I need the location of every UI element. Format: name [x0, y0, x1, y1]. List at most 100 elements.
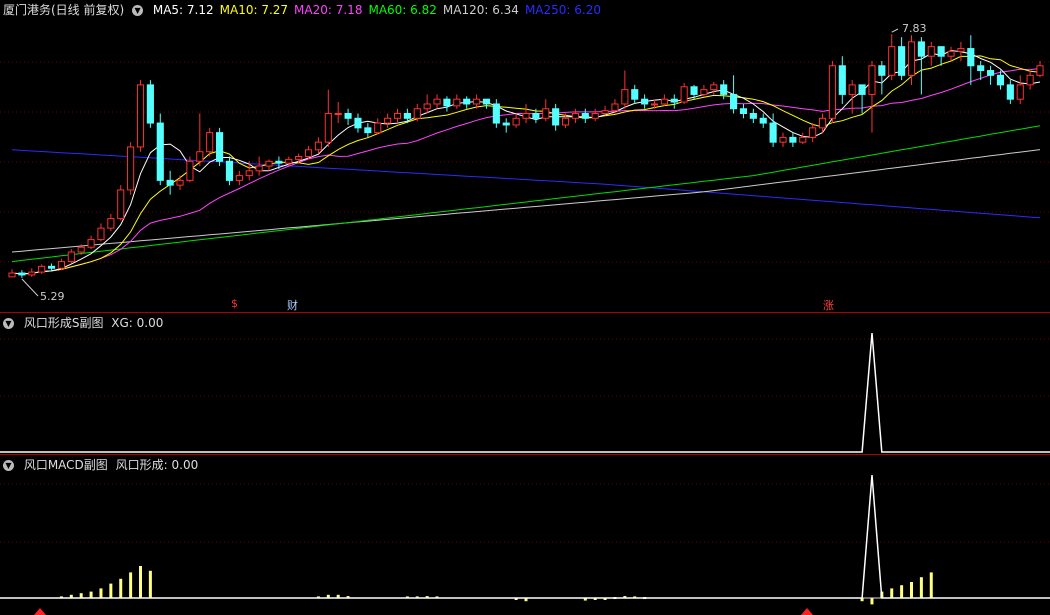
candle-up: [314, 141, 322, 151]
legend-ma10: MA10: 7.27: [219, 3, 289, 17]
candlestick-chart[interactable]: [0, 0, 1050, 312]
candle-down: [759, 117, 767, 124]
candle-down: [146, 84, 154, 124]
candle-up: [117, 189, 125, 220]
candle-down: [502, 122, 510, 126]
candle-up: [621, 89, 629, 105]
candle-down: [216, 132, 224, 162]
candle-down: [690, 86, 698, 95]
candle-down: [166, 179, 174, 186]
candle-up: [136, 84, 145, 148]
candle-down: [492, 103, 500, 124]
main-chart-panel[interactable]: 厦门港务(日线 前复权) ▼ MA5: 7.12 MA10: 7.27 MA20: …: [0, 0, 1050, 312]
macd-title: 风口MACD副图: [23, 458, 108, 472]
candle-down: [730, 93, 738, 110]
candle-up: [868, 65, 876, 95]
macd-panel[interactable]: ▼ 风口MACD副图 风口形成: 0.00: [0, 455, 1050, 615]
macd-bar: [119, 578, 123, 598]
event-marker-cai[interactable]: 财: [287, 297, 298, 312]
legend-ma60: MA60: 6.82: [368, 3, 437, 17]
candle-up: [107, 218, 115, 229]
low-price-label: 5.29: [40, 290, 65, 303]
candle-down: [937, 46, 945, 57]
candle-down: [670, 98, 678, 103]
candle-up: [927, 46, 935, 57]
candle-down: [878, 65, 886, 76]
candle-down: [967, 48, 975, 67]
candle-down: [552, 108, 560, 126]
ma60-line: [11, 125, 1041, 263]
candle-up: [87, 239, 95, 248]
candle-up: [186, 160, 194, 181]
macd-legend: ▼ 风口MACD副图 风口形成: 0.00: [3, 457, 204, 473]
candle-up: [947, 50, 955, 57]
xg-signal-line: [0, 332, 1050, 453]
candle-up: [473, 98, 481, 105]
ma20-line: [11, 67, 1041, 275]
macd-bar: [109, 583, 113, 598]
macd-bar: [929, 572, 933, 598]
macd-bar: [99, 588, 103, 598]
candle-down: [364, 127, 372, 134]
candle-down: [156, 122, 164, 181]
candle-down: [641, 98, 649, 105]
candle-down: [769, 122, 777, 143]
candle-up: [245, 170, 253, 177]
xg-indicator-chart[interactable]: [0, 313, 1050, 454]
candle-up: [235, 175, 243, 181]
macd-bar: [900, 585, 904, 598]
candle-up: [1036, 65, 1044, 76]
candle-down: [47, 265, 56, 269]
candle-down: [996, 74, 1005, 86]
low-pointer: [21, 278, 39, 297]
chevron-down-icon[interactable]: ▼: [3, 318, 14, 329]
candle-down: [354, 117, 362, 129]
ma10-line: [11, 55, 1041, 275]
macd-bar: [139, 566, 142, 598]
candle-up: [700, 89, 708, 95]
chevron-down-icon[interactable]: ▼: [3, 460, 14, 471]
candle-up: [542, 108, 550, 119]
macd-indicator-chart[interactable]: [0, 455, 1050, 615]
candle-up: [67, 251, 75, 263]
candle-up: [818, 117, 827, 129]
candle-up: [374, 122, 382, 134]
candle-up: [127, 146, 135, 191]
candle-up: [957, 48, 965, 52]
candle-down: [532, 113, 540, 119]
candle-down: [631, 89, 639, 100]
candle-down: [977, 65, 985, 72]
candle-up: [413, 108, 421, 119]
ma5-line: [11, 49, 1041, 275]
candle-up: [265, 160, 273, 167]
candle-up: [196, 151, 204, 162]
event-marker-zhang[interactable]: 涨: [823, 297, 834, 312]
xg-legend: ▼ 风口形成S副图 XG: 0.00: [3, 315, 169, 331]
candle-up: [255, 165, 263, 172]
candle-up: [334, 113, 342, 116]
candle-down: [858, 84, 866, 95]
candle-down: [917, 41, 925, 57]
high-pointer: [891, 28, 899, 33]
candle-up: [384, 117, 392, 124]
main-legend: 厦门港务(日线 前复权) ▼ MA5: 7.12 MA10: 7.27 MA20: …: [3, 2, 607, 18]
xg-panel[interactable]: ▼ 风口形成S副图 XG: 0.00: [0, 313, 1050, 454]
candle-up: [680, 86, 688, 103]
macd-signal-line: [0, 474, 1050, 599]
candle-up: [601, 110, 609, 115]
candle-up: [97, 227, 105, 241]
legend-ma20: MA20: 7.18: [294, 3, 363, 17]
candle-down: [987, 70, 995, 76]
candle-down: [749, 113, 757, 119]
macd-bar: [129, 572, 133, 598]
candle-down: [275, 160, 283, 164]
candle-up: [324, 113, 332, 143]
candle-up: [888, 46, 896, 76]
chevron-down-icon[interactable]: ▼: [132, 5, 144, 16]
candle-up: [799, 136, 807, 143]
candle-up: [1016, 84, 1024, 100]
candle-down: [344, 113, 352, 119]
stock-title: 厦门港务(日线 前复权): [3, 3, 125, 17]
candle-up: [304, 149, 313, 158]
event-marker-s[interactable]: $: [231, 297, 238, 310]
